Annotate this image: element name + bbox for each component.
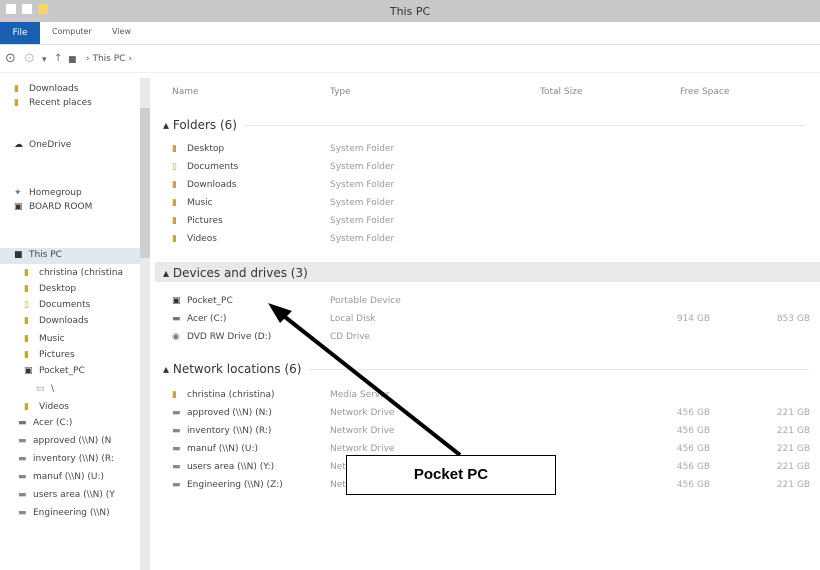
callout-label: Pocket PC	[346, 455, 556, 495]
